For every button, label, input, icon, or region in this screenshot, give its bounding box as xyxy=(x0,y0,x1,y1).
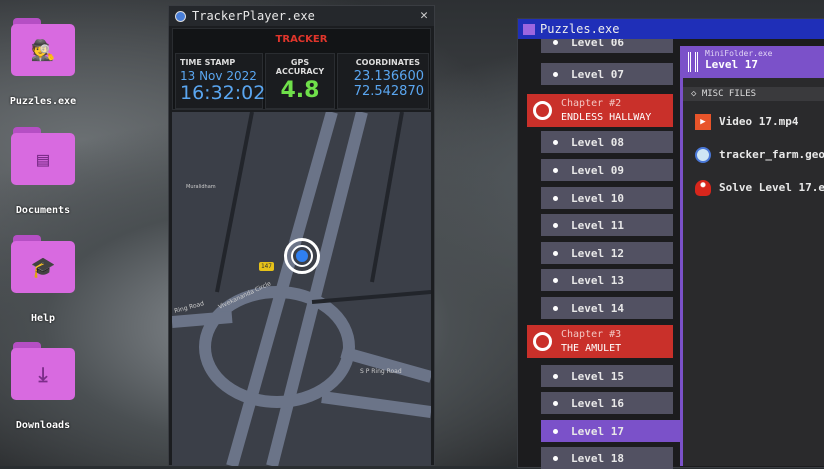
chapter-header[interactable]: Chapter #3THE AMULET xyxy=(527,325,673,358)
window-title: TrackerPlayer.exe xyxy=(192,9,315,23)
level-item[interactable]: Level 07 xyxy=(541,63,673,85)
app-icon xyxy=(175,11,186,22)
date-value: 13 Nov 2022 xyxy=(180,69,262,83)
close-icon[interactable]: ✕ xyxy=(420,8,428,23)
chapter-name: ENDLESS HALLWAY xyxy=(561,112,651,123)
tracker-window: TrackerPlayer.exe ✕ TRACKER TIME STAMP 1… xyxy=(168,5,435,466)
gps-value: 4.8 xyxy=(266,78,334,103)
longitude-value: 72.542870 xyxy=(338,84,424,99)
gps-cell: GPS ACCURACY 4.8 xyxy=(265,53,335,109)
road-label: S P Ring Road xyxy=(360,368,402,375)
gps-label: GPS ACCURACY xyxy=(270,58,330,76)
file-item[interactable]: Solve Level 17.exe xyxy=(683,171,824,204)
level-item[interactable]: Level 13 xyxy=(541,269,673,291)
level-list[interactable]: Level 06 Level 07 Chapter #2ENDLESS HALL… xyxy=(518,39,683,469)
map-file-icon xyxy=(695,147,711,163)
desktop-icon-documents[interactable]: ▤Documents xyxy=(8,127,78,216)
tracker-titlebar[interactable]: TrackerPlayer.exe xyxy=(169,6,434,26)
chapter-header[interactable]: Chapter #2ENDLESS HALLWAY xyxy=(527,94,673,127)
section-header[interactable]: ◇ MISC FILES xyxy=(683,87,824,101)
coordinates-label: COORDINATES xyxy=(342,58,420,67)
chapter-name: THE AMULET xyxy=(561,343,621,354)
graduation-cap-icon: 🎓 xyxy=(11,241,75,293)
level-item[interactable]: Level 15 xyxy=(541,365,673,387)
map-roads xyxy=(172,112,431,466)
file-item[interactable]: tracker_farm.geo xyxy=(683,138,824,171)
file-name: tracker_farm.geo xyxy=(719,148,824,161)
app-icon xyxy=(523,24,535,35)
puzzles-window: Puzzles.exe Level 06 Level 07 Chapter #2… xyxy=(517,18,824,468)
timestamp-cell: TIME STAMP 13 Nov 2022 16:32:02 xyxy=(175,53,263,109)
level-item[interactable]: Level 10 xyxy=(541,187,673,209)
location-marker-icon xyxy=(284,238,320,274)
file-name: Solve Level 17.exe xyxy=(719,181,824,194)
document-icon: ▤ xyxy=(11,133,75,185)
window-title: Puzzles.exe xyxy=(540,22,619,36)
level-item[interactable]: Level 11 xyxy=(541,214,673,236)
level-item[interactable]: Level 16 xyxy=(541,392,673,414)
timestamp-label: TIME STAMP xyxy=(180,58,258,67)
coordinates-cell: COORDINATES 23.136600 72.542870 xyxy=(337,53,429,109)
level-item[interactable]: Level 09 xyxy=(541,159,673,181)
chapter-label: Chapter #3 xyxy=(561,328,673,342)
latitude-value: 23.136600 xyxy=(338,69,424,84)
puzzles-titlebar[interactable]: Puzzles.exe xyxy=(518,19,824,39)
desktop-icon-help[interactable]: 🎓Help xyxy=(8,235,78,324)
minifolder-header: MiniFolder.exeLevel 17 xyxy=(683,46,824,78)
minifolder-app-name: MiniFolder.exe xyxy=(705,49,824,58)
level-item[interactable]: Level 06 xyxy=(541,39,673,53)
video-icon: ▶ xyxy=(695,114,711,130)
minifolder-title: Level 17 xyxy=(705,58,824,71)
folder-bars-icon xyxy=(688,52,698,72)
road xyxy=(322,397,431,412)
tracker-header: TRACKER TIME STAMP 13 Nov 2022 16:32:02 … xyxy=(172,28,431,110)
level-item[interactable]: Level 14 xyxy=(541,297,673,319)
level-item[interactable]: Level 08 xyxy=(541,131,673,153)
map-view[interactable]: Muralidham 147 Ring Road Vivekananda Cir… xyxy=(172,112,431,466)
road xyxy=(172,317,232,322)
spy-icon: 🕵 xyxy=(11,24,75,76)
section-label: MISC FILES xyxy=(702,89,756,99)
download-icon: ⤓ xyxy=(11,348,75,400)
chapter-label: Chapter #2 xyxy=(561,97,673,111)
desktop-icon-puzzles[interactable]: 🕵Puzzles.exe xyxy=(8,18,78,107)
file-name: Video 17.mp4 xyxy=(719,115,798,128)
file-item[interactable]: ▶ Video 17.mp4 xyxy=(683,105,824,138)
map-poi-label: Muralidham xyxy=(186,184,216,190)
highway-shield: 147 xyxy=(259,262,274,271)
tracker-heading: TRACKER xyxy=(173,34,430,45)
chapter-ring-icon xyxy=(533,101,552,120)
mushroom-icon xyxy=(695,180,711,196)
time-value: 16:32:02 xyxy=(180,83,262,103)
chapter-ring-icon xyxy=(533,332,552,351)
minifolder-panel: MiniFolder.exeLevel 17 ◇ MISC FILES ▶ Vid… xyxy=(680,46,824,466)
desktop-icon-downloads[interactable]: ⤓Downloads xyxy=(8,342,78,431)
level-item[interactable]: Level 12 xyxy=(541,242,673,264)
level-item-selected[interactable]: Level 17 xyxy=(541,420,681,442)
